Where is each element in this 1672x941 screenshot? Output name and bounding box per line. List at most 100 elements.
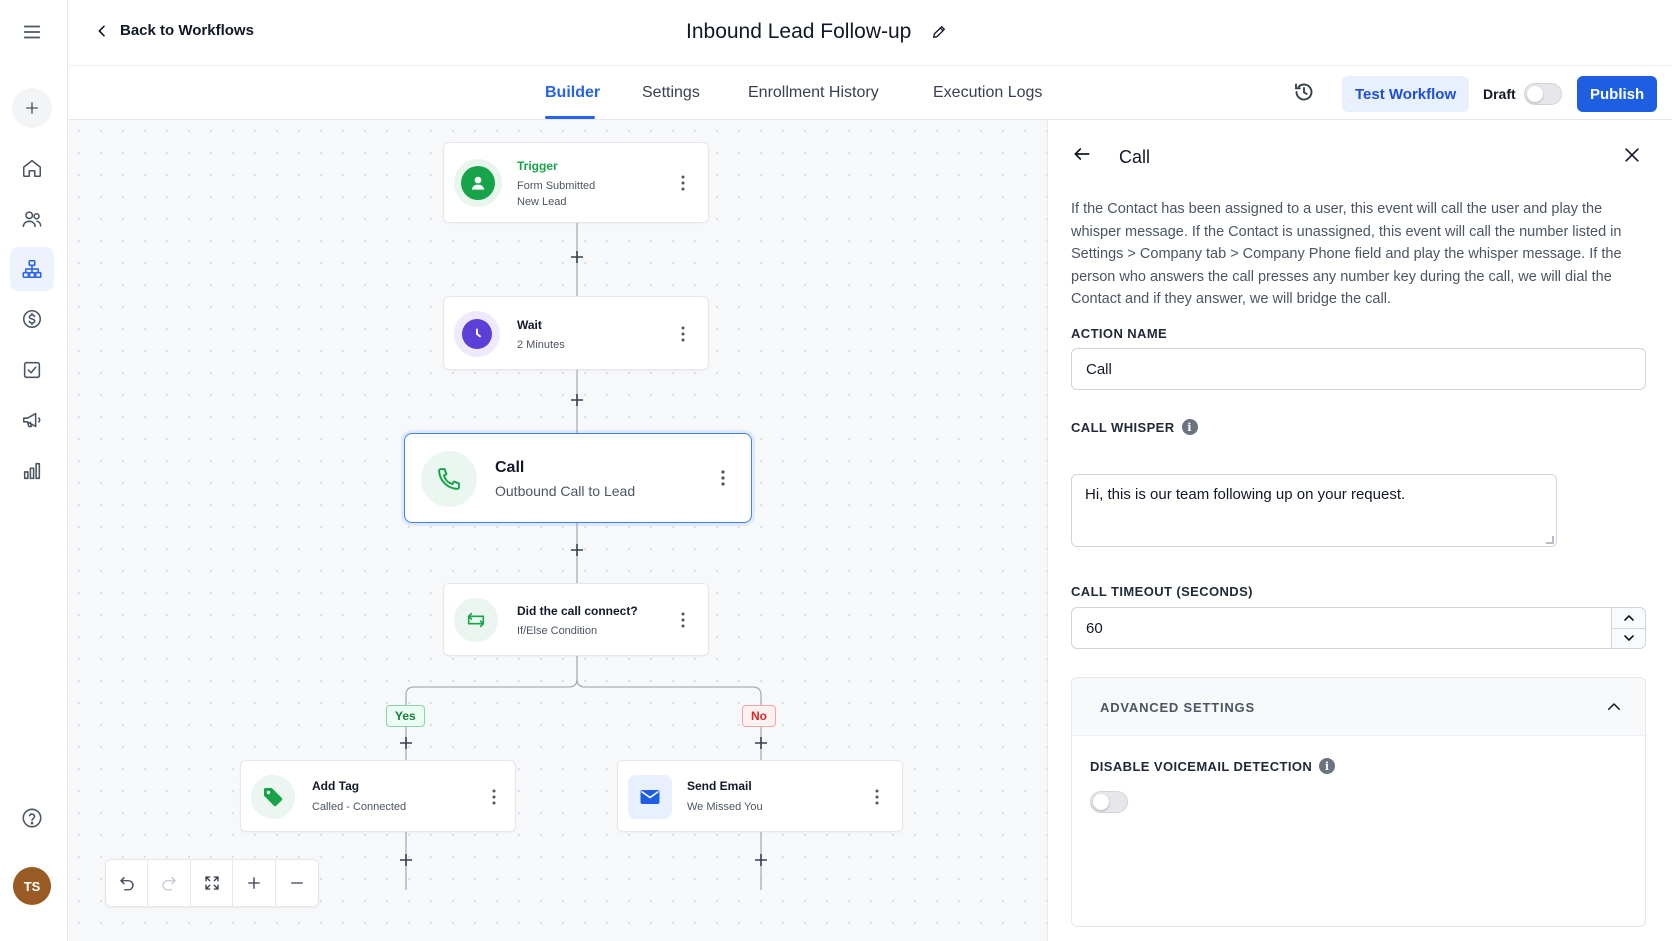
publish-button[interactable]: Publish bbox=[1577, 76, 1658, 112]
wait-subtitle: 2 Minutes bbox=[517, 339, 565, 351]
close-icon[interactable] bbox=[1622, 145, 1642, 165]
send-email-subtitle: We Missed You bbox=[687, 801, 763, 813]
action-name-label-text: ACTION NAME bbox=[1071, 326, 1168, 341]
add-step-plus-icon[interactable] bbox=[570, 250, 584, 264]
call-timeout-input[interactable]: 60 bbox=[1071, 607, 1646, 649]
stepper-increment-button[interactable] bbox=[1612, 608, 1645, 629]
add-step-plus-icon[interactable] bbox=[399, 736, 413, 750]
dollar-icon[interactable] bbox=[10, 297, 54, 341]
add-step-plus-icon[interactable] bbox=[399, 853, 413, 867]
call-node[interactable]: Call Outbound Call to Lead bbox=[404, 433, 752, 523]
help-icon[interactable] bbox=[10, 796, 54, 840]
top-header: Back to Workflows Inbound Lead Follow-up bbox=[68, 0, 1672, 66]
tag-icon-wrap bbox=[251, 775, 295, 819]
add-step-plus-icon[interactable] bbox=[570, 393, 584, 407]
person-icon bbox=[461, 166, 495, 200]
info-icon[interactable]: i bbox=[1181, 419, 1198, 435]
tab-execution-logs[interactable]: Execution Logs bbox=[933, 84, 1042, 102]
textarea-resize-handle[interactable] bbox=[1546, 536, 1554, 544]
workflow-canvas[interactable]: Trigger Form Submitted New Lead Wait 2 M… bbox=[68, 120, 1047, 941]
add-step-plus-icon[interactable] bbox=[754, 853, 768, 867]
trigger-line1: Form Submitted bbox=[517, 180, 596, 192]
advanced-settings-section: ADVANCED SETTINGS DISABLE VOICEMAIL DETE… bbox=[1071, 677, 1646, 927]
advanced-settings-title: ADVANCED SETTINGS bbox=[1100, 700, 1255, 715]
kebab-menu-icon[interactable] bbox=[681, 612, 685, 628]
add-step-plus-icon[interactable] bbox=[754, 736, 768, 750]
call-subtitle: Outbound Call to Lead bbox=[495, 483, 636, 499]
history-icon[interactable] bbox=[1292, 80, 1316, 104]
kebab-menu-icon[interactable] bbox=[492, 789, 496, 805]
megaphone-icon[interactable] bbox=[10, 398, 54, 442]
call-timeout-value: 60 bbox=[1086, 619, 1103, 637]
undo-icon bbox=[120, 877, 134, 891]
action-name-label: ACTION NAME bbox=[1071, 326, 1167, 341]
panel-title: Call bbox=[1119, 147, 1151, 167]
clock-icon bbox=[462, 319, 492, 349]
user-avatar[interactable]: TS bbox=[13, 867, 51, 905]
trigger-icon-wrap bbox=[454, 159, 502, 207]
redo-button[interactable] bbox=[148, 860, 191, 906]
zoom-in-button[interactable] bbox=[233, 860, 276, 906]
advanced-settings-header[interactable]: ADVANCED SETTINGS bbox=[1072, 678, 1645, 736]
add-step-plus-icon[interactable] bbox=[570, 543, 584, 557]
tab-builder[interactable]: Builder bbox=[545, 84, 600, 102]
wait-title: Wait bbox=[517, 318, 542, 332]
home-icon[interactable] bbox=[10, 146, 54, 190]
kebab-menu-icon[interactable] bbox=[721, 470, 725, 486]
fit-to-screen-button[interactable] bbox=[191, 860, 234, 906]
tab-enrollment-history[interactable]: Enrollment History bbox=[748, 84, 879, 102]
add-tag-title: Add Tag bbox=[312, 779, 360, 793]
send-email-node[interactable]: Send Email We Missed You bbox=[617, 760, 903, 832]
kebab-menu-icon[interactable] bbox=[681, 175, 685, 191]
envelope-icon bbox=[640, 790, 660, 804]
contacts-icon[interactable] bbox=[10, 197, 54, 241]
chevron-up-icon[interactable] bbox=[1605, 698, 1623, 716]
call-icon-wrap bbox=[421, 451, 477, 507]
workflow-icon[interactable] bbox=[10, 247, 54, 291]
chevron-left-icon bbox=[98, 25, 105, 36]
expand-icon bbox=[204, 876, 219, 890]
call-whisper-textarea[interactable]: Hi, this is our team following up on you… bbox=[1071, 474, 1557, 547]
chevron-down-icon bbox=[1623, 635, 1634, 642]
action-settings-panel: Call If the Contact has been assigned to… bbox=[1047, 120, 1672, 941]
workflow-title: Inbound Lead Follow-up bbox=[686, 20, 947, 44]
canvas-toolbar bbox=[105, 859, 319, 907]
zoom-in-icon bbox=[247, 877, 260, 889]
bar-chart-icon[interactable] bbox=[10, 449, 54, 493]
pencil-icon[interactable] bbox=[931, 24, 947, 40]
toggle-knob bbox=[1093, 794, 1109, 810]
plus-icon bbox=[26, 102, 38, 114]
kebab-menu-icon[interactable] bbox=[681, 326, 685, 342]
active-tab-indicator bbox=[545, 116, 595, 119]
trigger-node[interactable]: Trigger Form Submitted New Lead bbox=[443, 142, 709, 223]
call-timeout-label: CALL TIMEOUT (SECONDS) bbox=[1071, 584, 1253, 599]
add-tag-node[interactable]: Add Tag Called - Connected bbox=[240, 760, 516, 832]
undo-button[interactable] bbox=[106, 860, 149, 906]
action-name-value: Call bbox=[1086, 360, 1112, 378]
draft-toggle[interactable] bbox=[1524, 83, 1562, 105]
toggle-knob bbox=[1527, 86, 1543, 102]
menu-icon[interactable] bbox=[10, 10, 54, 54]
test-workflow-button[interactable]: Test Workflow bbox=[1342, 76, 1470, 112]
chevron-up-icon bbox=[1623, 614, 1634, 621]
action-name-input[interactable]: Call bbox=[1071, 348, 1646, 390]
timeout-stepper bbox=[1611, 608, 1645, 648]
redo-icon bbox=[162, 877, 176, 891]
call-whisper-value: Hi, this is our team following up on you… bbox=[1085, 486, 1406, 503]
back-to-workflows-link[interactable]: Back to Workflows bbox=[94, 22, 254, 39]
arrow-left-icon[interactable] bbox=[1072, 144, 1092, 164]
disable-voicemail-label: DISABLE VOICEMAIL DETECTION i bbox=[1090, 758, 1336, 774]
checkbox-icon[interactable] bbox=[10, 348, 54, 392]
condition-node[interactable]: Did the call connect? If/Else Condition bbox=[443, 583, 709, 656]
disable-voicemail-toggle[interactable] bbox=[1090, 791, 1128, 813]
tab-bar: Builder Settings Enrollment History Exec… bbox=[68, 66, 1672, 120]
zoom-out-button[interactable] bbox=[276, 860, 318, 906]
stepper-decrement-button[interactable] bbox=[1612, 629, 1645, 649]
create-new-button[interactable] bbox=[12, 88, 52, 128]
kebab-menu-icon[interactable] bbox=[875, 789, 879, 805]
info-icon[interactable]: i bbox=[1319, 758, 1336, 774]
tab-settings[interactable]: Settings bbox=[642, 84, 700, 102]
zoom-out-icon bbox=[290, 882, 303, 884]
call-timeout-label-text: CALL TIMEOUT (SECONDS) bbox=[1071, 584, 1253, 599]
wait-node[interactable]: Wait 2 Minutes bbox=[443, 296, 709, 370]
